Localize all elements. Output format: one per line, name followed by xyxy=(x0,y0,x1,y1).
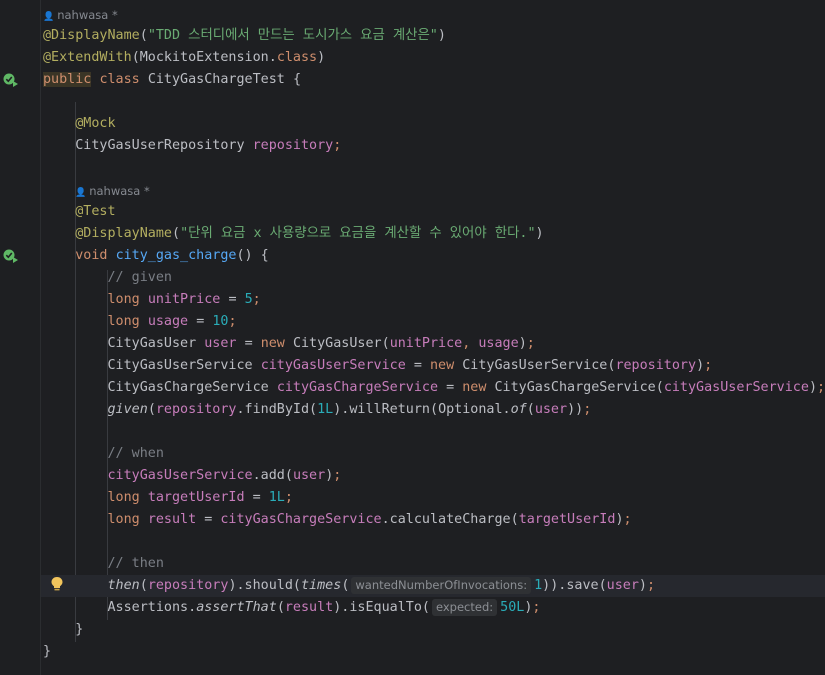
run-test-method-icon[interactable] xyxy=(3,248,19,264)
code-line-26: Assertions.assertThat(result).isEqualTo(… xyxy=(107,599,541,616)
code-line-22: long result = cityGasChargeService.calcu… xyxy=(107,512,632,527)
code-line-28: } xyxy=(43,644,52,659)
code-line-25-current: then(repository).should(times(wantedNumb… xyxy=(41,575,825,597)
code-line-6: CityGasUserRepository repository; xyxy=(75,138,342,153)
lightbulb-icon[interactable] xyxy=(50,576,64,592)
code-line-10: void city_gas_charge() { xyxy=(75,248,269,263)
run-test-class-icon[interactable] xyxy=(3,72,19,88)
person-icon: 👤 xyxy=(75,188,87,198)
code-line-8: @Test xyxy=(75,204,116,219)
code-line-21: long targetUserId = 1L; xyxy=(107,490,293,505)
code-line-3: public class CityGasChargeTest { xyxy=(43,72,301,87)
editor-gutter xyxy=(0,0,40,675)
code-line-16: CityGasChargeService cityGasChargeServic… xyxy=(107,380,825,395)
code-line-27: } xyxy=(75,622,84,637)
code-author-hint[interactable]: 👤 nahwasa * xyxy=(75,183,150,199)
code-line-20: cityGasUserService.add(user); xyxy=(107,468,342,483)
code-line-14: CityGasUser user = new CityGasUser(unitP… xyxy=(107,336,535,351)
code-line-13: long usage = 10; xyxy=(107,314,237,329)
parameter-hint-expected: expected: xyxy=(432,599,498,616)
code-line-17: given(repository.findById(1L).willReturn… xyxy=(107,402,592,417)
code-line-15: CityGasUserService cityGasUserService = … xyxy=(107,358,713,373)
code-line-12: long unitPrice = 5; xyxy=(107,292,261,307)
code-author-hint[interactable]: 👤 nahwasa * xyxy=(43,7,118,23)
parameter-hint-wanted: wantedNumberOfInvocations: xyxy=(351,577,532,594)
code-line-11: // given xyxy=(107,270,173,285)
code-editor[interactable]: 👤 nahwasa * @DisplayName("TDD 스터디에서 만드는 도… xyxy=(41,0,825,675)
person-icon: 👤 xyxy=(43,12,55,22)
code-line-9: @DisplayName("단위 요금 x 사용량으로 요금을 계산할 수 있어… xyxy=(75,226,544,241)
code-line-19: // when xyxy=(107,446,164,461)
code-line-24: // then xyxy=(107,556,164,571)
code-line-2: @ExtendWith(MockitoExtension.class) xyxy=(43,50,326,65)
code-line-1: @DisplayName("TDD 스터디에서 만드는 도시가스 요금 계산은"… xyxy=(43,28,446,43)
code-line-5: @Mock xyxy=(75,116,116,131)
